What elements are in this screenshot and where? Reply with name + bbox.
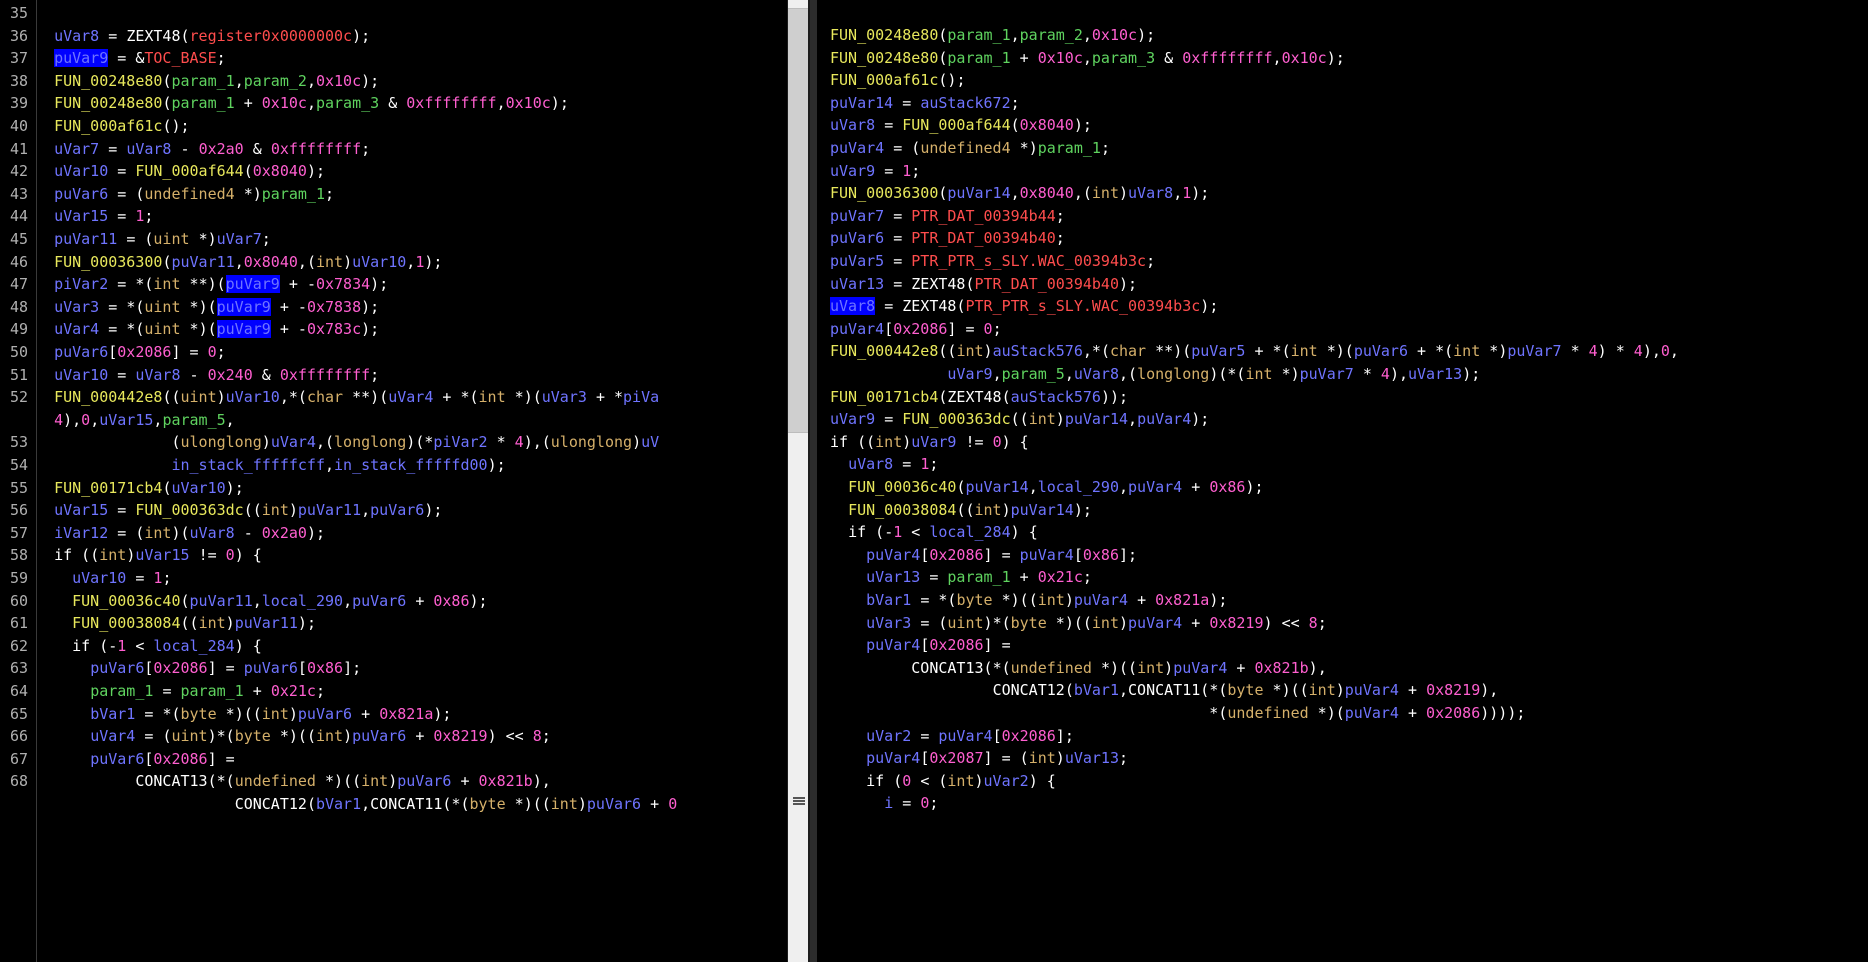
line-number [0,791,28,818]
code-line[interactable]: CONCAT12(bVar1,CONCAT11(*(byte *)((int)p… [36,791,678,818]
vertical-splitter[interactable] [810,0,817,962]
right-decompiler-pane[interactable]: FUN_00248e80(param_1,param_2,0x10c); FUN_… [817,0,1868,962]
splitter-grip-icon[interactable] [793,797,805,805]
code-line[interactable]: i = 0; [830,790,938,817]
left-decompiler-pane[interactable]: 35 36 uVar8 = ZEXT48(register0x0000000c);… [0,0,787,962]
left-vertical-scrollbar[interactable] [788,0,808,962]
scrollbar-thumb[interactable] [788,8,808,433]
